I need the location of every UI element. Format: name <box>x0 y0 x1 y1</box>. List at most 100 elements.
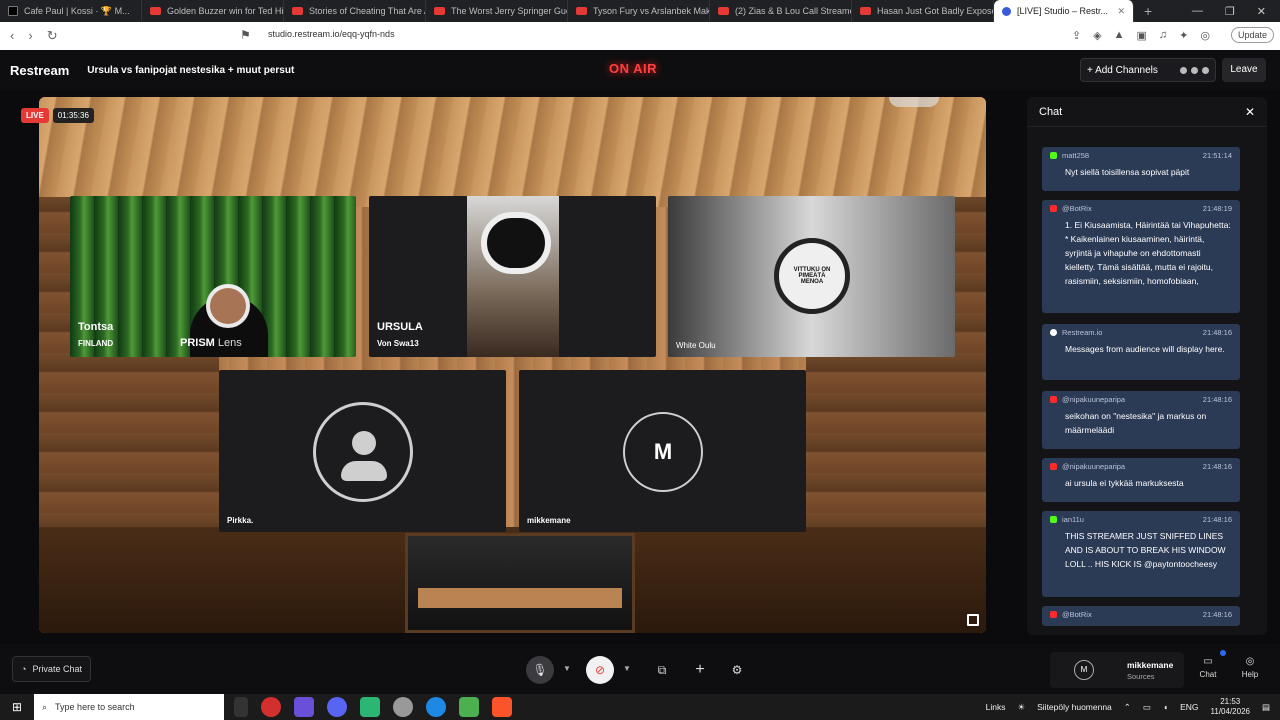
browser-tab[interactable]: Cafe Paul | Kossi · 🏆 M... <box>0 0 142 22</box>
chat-message[interactable]: Restream.io 21:48:16 Messages from audien… <box>1042 324 1240 380</box>
rewards-icon[interactable]: ▲ <box>1114 29 1125 42</box>
update-button[interactable]: Update <box>1230 27 1274 43</box>
live-badge: LIVE <box>21 108 49 123</box>
chat-message[interactable]: @BotRix 21:48:19 1. Ei Kiusaamista, Häiri… <box>1042 200 1240 313</box>
chevron-down-icon[interactable]: ▼ <box>563 664 571 673</box>
channel-icon <box>1191 66 1198 74</box>
my-source-box[interactable]: M mikkemane Sources <box>1050 652 1184 688</box>
browser-tab[interactable]: Golden Buzzer win for Ted Hill <box>142 0 284 22</box>
new-tab-icon[interactable]: + <box>1134 3 1162 19</box>
task-view-icon[interactable] <box>234 697 248 717</box>
music-icon[interactable]: ♫ <box>1159 29 1167 42</box>
participant-video <box>206 284 250 328</box>
wallet-icon[interactable]: ◎ <box>1200 29 1210 42</box>
browser-tab-strip: Cafe Paul | Kossi · 🏆 M... Golden Buzzer… <box>0 0 1280 22</box>
url-field[interactable]: studio.restream.io/eqq-yqfn-nds <box>268 29 395 39</box>
stream-title[interactable]: Ursula vs fanipojat nestesika + muut per… <box>87 65 294 76</box>
discord-icon[interactable] <box>327 697 347 717</box>
close-icon[interactable]: ✕ <box>1245 105 1255 119</box>
taskbar-search[interactable]: ⌕ Type here to search <box>34 694 224 720</box>
bookmark-icon[interactable]: ⚑ <box>240 28 251 42</box>
microphone-icon[interactable]: 🎙 <box>526 656 554 684</box>
ceiling-light <box>889 97 939 107</box>
maximize-icon[interactable]: ❐ <box>1225 5 1235 18</box>
extensions-icon[interactable]: ✦ <box>1179 29 1188 42</box>
chat-message[interactable]: ian11u 21:48:16 THIS STREAMER JUST SNIFFE… <box>1042 511 1240 597</box>
share-icon[interactable]: ⇪ <box>1072 29 1081 42</box>
add-icon[interactable]: + <box>686 656 714 684</box>
live-status: LIVE 01:35:36 <box>21 108 94 123</box>
participant-name: White Oulu <box>676 341 716 350</box>
edge-icon[interactable] <box>426 697 446 717</box>
links-toolbar[interactable]: Links <box>986 702 1006 712</box>
volume-icon[interactable]: ◖ <box>1163 702 1168 712</box>
chat-message[interactable]: @nipakuuneparipa 21:48:16 seikohan on "ne… <box>1042 391 1240 449</box>
settings-icon[interactable]: ⚙ <box>723 656 751 684</box>
brave-icon[interactable] <box>492 697 512 717</box>
help-button[interactable]: ◎ Help <box>1233 656 1267 679</box>
participant-tile[interactable]: URSULA Von Swa13 <box>369 196 656 357</box>
weather-icon: ☀ <box>1017 701 1026 712</box>
camera-off-icon[interactable]: ⊘ <box>586 656 614 684</box>
on-air-indicator: ON AIR <box>609 61 658 76</box>
clock[interactable]: 21:53 11/04/2026 <box>1211 697 1250 717</box>
app-icon[interactable] <box>393 697 413 717</box>
my-avatar: M <box>1074 660 1094 680</box>
participant-tile[interactable]: Tontsa FINLAND PRISM Lens <box>70 196 356 357</box>
channel-icon <box>1180 66 1187 74</box>
browser-tab-active[interactable]: [LIVE] Studio – Restr... ✕ <box>994 0 1134 22</box>
chat-message[interactable]: matt258 21:51:14 Nyt siellä toisillensa s… <box>1042 147 1240 191</box>
chat-toggle-button[interactable]: ▭ Chat <box>1191 656 1225 679</box>
os-taskbar: ⊞ ⌕ Type here to search Links ☀ Siitepöl… <box>0 694 1280 720</box>
participant-tile[interactable]: VITTUKU ON PIMEÄTÄ MENOA White Oulu <box>668 196 955 357</box>
sidebar-icon[interactable]: ▣ <box>1137 29 1147 42</box>
browser-tab[interactable]: Tyson Fury vs Arslanbek Makhm... <box>568 0 710 22</box>
help-icon: ◎ <box>1245 656 1255 667</box>
initial-avatar: M <box>623 412 703 492</box>
prism-lens-overlay: PRISM Lens <box>180 337 242 349</box>
windows-start-icon[interactable]: ⊞ <box>0 700 34 714</box>
youtube-icon <box>1050 396 1057 403</box>
sauna-stove <box>405 533 635 633</box>
private-chat-button[interactable]: ◔ Private Chat <box>12 656 91 682</box>
stage-canvas <box>39 97 986 633</box>
restream-icon <box>1002 6 1011 16</box>
chat-message[interactable]: @nipakuuneparipa 21:48:16 ai ursula ei ty… <box>1042 458 1240 502</box>
participant-name: Tontsa <box>78 321 114 333</box>
youtube-icon <box>1050 611 1057 618</box>
browser-tab[interactable]: Hasan Just Got Badly Exposed <box>852 0 994 22</box>
opera-icon[interactable] <box>261 697 281 717</box>
notifications-icon[interactable]: ▤ <box>1262 702 1270 713</box>
forward-icon[interactable]: › <box>28 28 32 44</box>
brand-logo[interactable]: Restream <box>10 63 69 78</box>
youtube-icon <box>576 7 587 15</box>
weather-text[interactable]: Siitepöly huomenna <box>1037 702 1112 712</box>
brave-shield-icon[interactable]: ◈ <box>1093 29 1101 42</box>
language-indicator[interactable]: ENG <box>1180 702 1198 712</box>
channel-icon <box>1202 66 1209 74</box>
participant-tile[interactable]: Pirkka. <box>219 370 506 532</box>
add-channels-button[interactable]: + Add Channels <box>1080 58 1216 82</box>
browser-tab[interactable]: The Worst Jerry Springer Guest <box>426 0 568 22</box>
close-window-icon[interactable]: ✕ <box>1257 5 1266 18</box>
reload-icon[interactable]: ↻ <box>47 28 58 44</box>
app-icon[interactable] <box>459 697 479 717</box>
chat-message[interactable]: @BotRix 21:48:16 <box>1042 606 1240 626</box>
minimize-icon[interactable]: — <box>1192 5 1203 18</box>
network-icon[interactable]: ▭ <box>1143 702 1151 713</box>
participant-name: mikkemane <box>527 516 571 525</box>
browser-tab[interactable]: Stories of Cheating That Are Al... <box>284 0 426 22</box>
share-screen-icon[interactable]: ⧉ <box>648 656 676 684</box>
cat-logo: VITTUKU ON PIMEÄTÄ MENOA <box>774 238 850 314</box>
tray-chevron-icon[interactable]: ⌃ <box>1124 702 1131 713</box>
leave-button[interactable]: Leave <box>1222 58 1266 82</box>
close-tab-icon[interactable]: ✕ <box>1117 6 1125 17</box>
back-icon[interactable]: ‹ <box>10 28 14 44</box>
sources-label: Sources <box>1127 672 1155 681</box>
chevron-down-icon[interactable]: ▼ <box>623 664 631 673</box>
fullscreen-icon[interactable] <box>967 614 979 626</box>
participant-tile[interactable]: M mikkemane <box>519 370 806 532</box>
app-icon[interactable] <box>360 697 380 717</box>
app-icon[interactable] <box>294 697 314 717</box>
browser-tab[interactable]: (2) Zias & B Lou Call Streamer... <box>710 0 852 22</box>
